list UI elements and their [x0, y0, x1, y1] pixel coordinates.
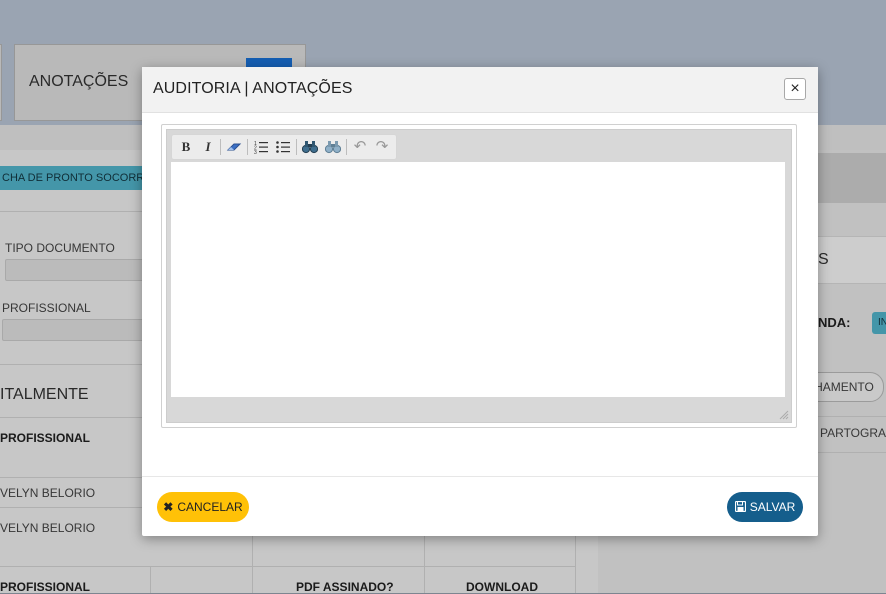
toolbar-separator — [247, 139, 248, 155]
modal-footer: ✖ CANCELAR SALVAR — [142, 476, 818, 537]
redo-button[interactable]: ↷ — [373, 138, 391, 156]
replace-button[interactable] — [324, 138, 342, 156]
close-icon: × — [790, 80, 800, 97]
italic-button[interactable]: I — [199, 138, 217, 156]
find-button[interactable] — [301, 138, 319, 156]
close-icon: ✖ — [163, 500, 174, 514]
binoculars-icon — [301, 141, 319, 154]
rich-text-editor: B I 1 2 3 ↶ ↷ — [166, 129, 792, 423]
bulleted-list-icon — [276, 141, 290, 153]
eraser-icon — [226, 143, 242, 151]
toolbar-separator — [296, 139, 297, 155]
bold-icon: B — [181, 139, 191, 154]
bold-button[interactable]: B — [177, 138, 195, 156]
editor-text-area[interactable] — [171, 162, 785, 397]
bulleted-list-button[interactable] — [274, 138, 292, 156]
cancel-button[interactable]: ✖ CANCELAR — [157, 492, 249, 522]
undo-icon: ↶ — [353, 138, 367, 155]
auditoria-modal: AUDITORIA | ANOTAÇÕES × B I 1 2 3 ↶ ↷ ✖ … — [142, 67, 818, 536]
editor-container: B I 1 2 3 ↶ ↷ — [161, 124, 797, 428]
editor-toolbar: B I 1 2 3 ↶ ↷ — [171, 134, 397, 160]
resize-handle-icon[interactable] — [779, 410, 789, 420]
undo-button[interactable]: ↶ — [351, 138, 369, 156]
cancel-label: CANCELAR — [177, 500, 243, 514]
binoculars-replace-icon — [324, 141, 342, 154]
svg-text:3: 3 — [254, 150, 257, 154]
modal-title: AUDITORIA | ANOTAÇÕES — [153, 80, 353, 97]
italic-icon: I — [205, 139, 211, 154]
save-button[interactable]: SALVAR — [727, 492, 803, 522]
modal-header: AUDITORIA | ANOTAÇÕES × — [142, 67, 818, 113]
floppy-disk-icon — [734, 500, 746, 513]
toolbar-separator — [220, 139, 221, 155]
save-label: SALVAR — [749, 500, 796, 514]
remove-format-button[interactable] — [225, 138, 243, 156]
close-button[interactable]: × — [784, 78, 806, 100]
toolbar-separator — [346, 139, 347, 155]
numbered-list-icon: 1 2 3 — [254, 141, 268, 156]
numbered-list-button[interactable]: 1 2 3 — [252, 138, 270, 156]
redo-icon: ↷ — [375, 138, 389, 155]
